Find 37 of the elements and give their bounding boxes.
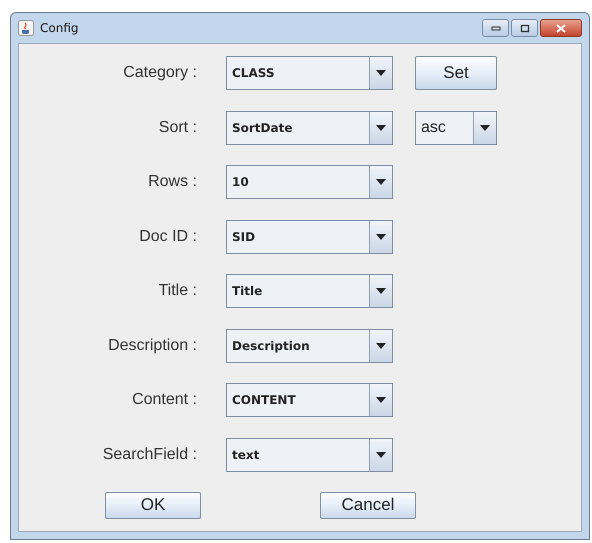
field-label: Title : bbox=[158, 282, 197, 300]
caret-icon bbox=[376, 452, 386, 458]
field-label: Rows : bbox=[148, 173, 197, 191]
field-label: Sort : bbox=[158, 118, 197, 136]
dropdown[interactable]: Description bbox=[226, 328, 393, 362]
ok-button[interactable]: OK bbox=[105, 492, 201, 518]
dropdown[interactable]: SortDate bbox=[226, 110, 393, 144]
field-label: Doc ID : bbox=[139, 228, 197, 246]
dropdown[interactable]: asc bbox=[415, 110, 497, 144]
cancel-button[interactable]: Cancel bbox=[320, 492, 416, 518]
field-label: Content : bbox=[132, 391, 197, 409]
maximize-button[interactable] bbox=[511, 19, 538, 37]
caret-icon bbox=[376, 342, 386, 348]
dropdown[interactable]: Title bbox=[226, 274, 393, 308]
minimize-icon bbox=[490, 25, 500, 31]
window-title: Config bbox=[40, 21, 79, 35]
field-label: Description : bbox=[108, 336, 197, 354]
maximize-icon bbox=[520, 24, 530, 32]
dropdown[interactable]: 10 bbox=[226, 165, 393, 199]
minimize-button[interactable] bbox=[482, 19, 509, 37]
caret-icon bbox=[376, 288, 386, 294]
caret-icon bbox=[376, 179, 386, 185]
caret-icon bbox=[376, 70, 386, 76]
field-label: SearchField : bbox=[102, 446, 197, 464]
dropdown[interactable]: SID bbox=[226, 220, 393, 254]
coffee-cup-icon bbox=[18, 20, 34, 36]
set-button[interactable]: Set bbox=[415, 56, 497, 90]
caret-icon bbox=[376, 397, 386, 403]
dropdown[interactable]: CONTENT bbox=[226, 383, 393, 417]
caret-icon bbox=[376, 234, 386, 240]
field-label: Category : bbox=[123, 64, 197, 82]
caret-icon bbox=[480, 124, 490, 130]
caret-icon bbox=[376, 124, 386, 130]
close-button[interactable] bbox=[540, 19, 582, 37]
dropdown[interactable]: text bbox=[226, 438, 393, 472]
close-icon bbox=[556, 24, 566, 32]
dropdown[interactable]: CLASS bbox=[226, 56, 393, 90]
